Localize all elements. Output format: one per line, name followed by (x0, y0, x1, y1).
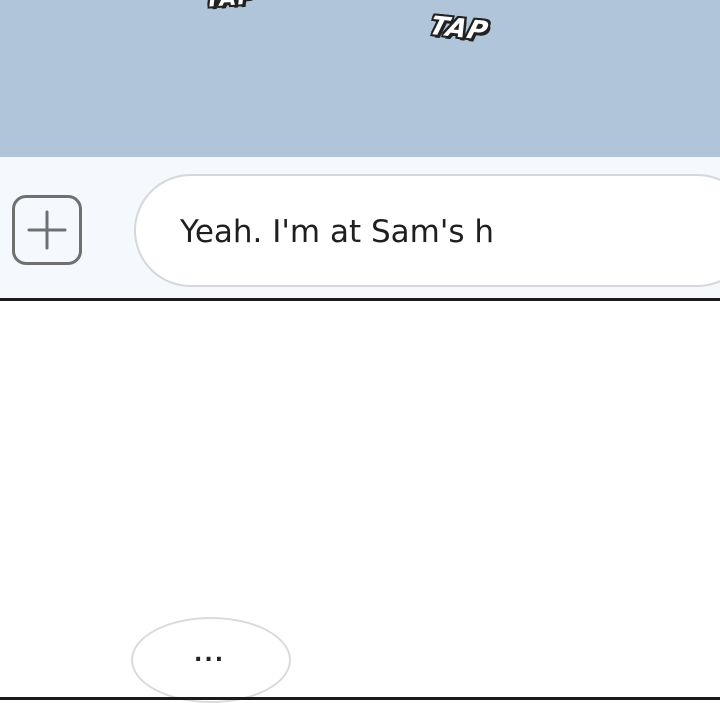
sound-effect-partial: TAP (204, 0, 255, 13)
composer-divider (0, 298, 720, 301)
add-attachment-button[interactable] (12, 195, 82, 265)
comic-panel-background: TAP TAP (0, 0, 720, 157)
sound-effect-tap: TAP (425, 11, 492, 47)
message-input-value[interactable]: Yeah. I'm at Sam's h (180, 212, 494, 252)
typing-indicator-dots: ... (194, 642, 226, 667)
plus-square-icon (27, 210, 67, 250)
